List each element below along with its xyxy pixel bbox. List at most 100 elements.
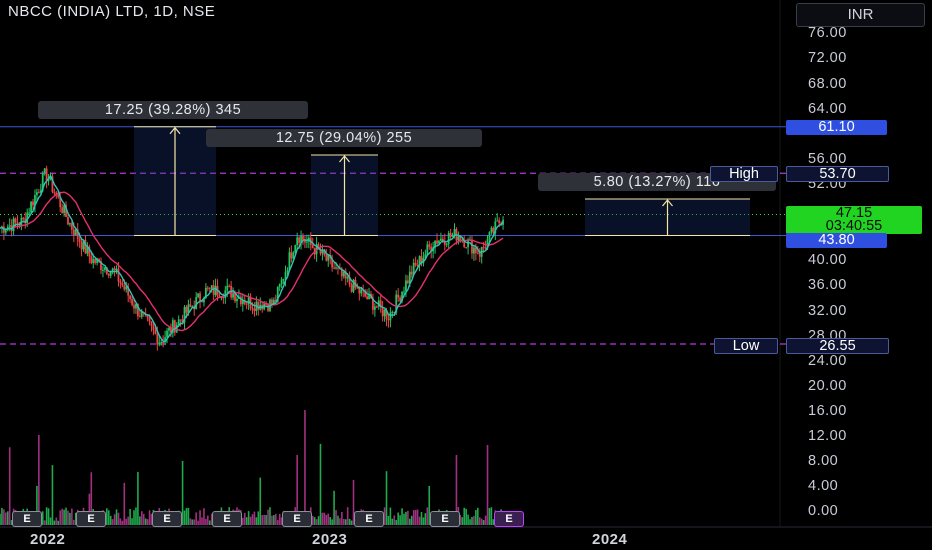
candle-body [61,207,64,214]
candle-body [428,244,431,247]
level-tag-support: 43.80 [786,233,887,248]
volume-bar [477,507,479,525]
volume-bar [113,514,116,525]
volume-bar [420,512,423,525]
price-axis-label: 16.00 [808,403,847,419]
candle-body [278,284,281,287]
candle-body [123,285,126,290]
volume-bar [461,517,464,525]
candle-body [350,284,353,292]
volume-bar [243,512,246,525]
volume-bar [418,516,421,525]
symbol-title[interactable]: NBCC (INDIA) LTD, 1D, NSE [8,3,215,20]
candle-body [121,282,124,286]
volume-bar [57,520,60,525]
earnings-event-icon[interactable]: E [76,511,106,527]
volume-bar [49,517,52,525]
candle-body [253,308,256,311]
volume-bar [73,519,75,525]
candle-body [208,287,211,289]
volume-bar [249,516,252,525]
volume-bar [329,517,331,525]
volume-bar [426,507,429,525]
volume-bar [257,511,260,525]
measurement-label-1: 17.25 (39.28%) 345 [38,101,308,119]
candle-body [90,256,93,264]
candle-body [296,237,299,246]
volume-bar [414,509,417,525]
candle-body [226,285,229,291]
volume-bar [269,507,271,525]
candle-body [236,298,238,302]
candle-body [311,244,314,249]
volume-bar [47,508,50,525]
candle-body [414,262,417,265]
volume-bar [393,515,396,525]
chart-canvas[interactable] [0,0,932,550]
candle-body [346,277,349,279]
volume-bar [490,507,493,525]
candle-body [406,280,409,284]
volume-bar [8,447,11,525]
candle-body [179,319,182,321]
candle-body [465,247,468,249]
earnings-event-icon[interactable]: E [354,511,384,527]
candle-body [383,309,386,317]
volume-bar [422,517,425,525]
currency-selector[interactable]: INR [796,3,925,27]
volume-bar [5,512,7,525]
volume-bar [255,517,258,525]
price-axis-label: 4.00 [808,478,839,494]
volume-bar [199,510,201,525]
volume-bar [119,518,122,525]
price-axis-label: 68.00 [808,76,847,92]
candle-body [373,306,376,310]
candle-body [133,304,135,309]
candle-body [333,267,335,269]
volume-bar [325,514,328,525]
candle-body [399,297,402,302]
earnings-event-icon[interactable]: E [152,511,182,527]
earnings-event-icon[interactable]: E [12,511,42,527]
candle-body [298,237,301,243]
volume-bar [207,515,209,525]
candle-body [222,297,225,299]
candle-body [375,306,378,308]
volume-bar [140,511,143,525]
volume-bar [465,508,467,525]
earnings-event-icon[interactable]: E [430,511,460,527]
earnings-event-icon[interactable]: E [212,511,242,527]
volume-bar [53,520,56,525]
candle-body [14,218,17,223]
volume-bar [189,518,192,525]
volume-bar [315,519,318,525]
candle-body [426,244,429,255]
volume-bar [327,513,330,525]
candle-body [232,293,234,298]
volume-bar [412,510,415,525]
volume-bar [387,515,390,525]
volume-bar [185,508,188,525]
candle-body [12,218,15,232]
volume-bar [395,520,398,525]
volume-bar [488,508,491,525]
candle-body [405,280,407,292]
volume-bar [69,512,71,525]
candle-body [119,281,122,283]
volume-bar [323,512,326,525]
candle-body [173,320,176,333]
candle-body [403,291,405,293]
volume-bar [148,510,151,525]
candle-body [449,232,452,237]
moving-average-fast [0,174,504,343]
volume-bar [144,518,147,525]
candle-body [80,242,83,250]
volume-bar [484,515,487,525]
volume-bar [1,507,3,525]
volume-bar [111,519,114,525]
earnings-event-icon[interactable]: E [494,511,524,527]
volume-bar [469,519,471,525]
candle-body [28,212,31,214]
earnings-event-icon[interactable]: E [282,511,312,527]
volume-bar [317,516,320,525]
